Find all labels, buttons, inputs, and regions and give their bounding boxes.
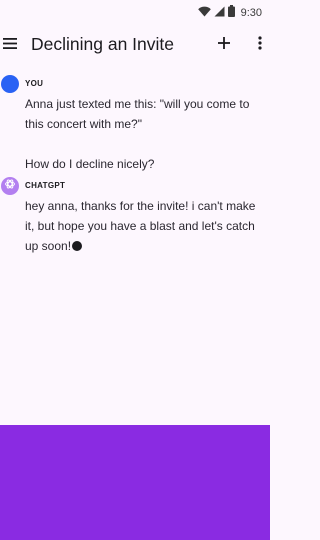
user-avatar	[1, 75, 19, 93]
sender-label: YOU	[25, 79, 44, 88]
plus-icon	[218, 36, 230, 54]
bottom-panel	[0, 425, 270, 540]
more-vert-icon	[258, 35, 262, 55]
status-time: 9:30	[240, 7, 262, 19]
message-text: Anna just texted me this: "will you come…	[25, 94, 263, 174]
message-paragraph-text: hey anna, thanks for the invite! i can't…	[25, 199, 256, 253]
message-paragraph: Anna just texted me this: "will you come…	[25, 97, 250, 131]
status-icons: 9:30	[197, 4, 262, 22]
cellular-signal-icon	[214, 4, 225, 22]
chatgpt-logo-icon	[4, 177, 16, 195]
wifi-icon	[197, 4, 211, 22]
menu-button[interactable]	[3, 33, 17, 57]
status-bar: 9:30	[0, 0, 270, 24]
message-paragraph: How do I decline nicely?	[25, 157, 155, 171]
message-paragraph: hey anna, thanks for the invite! i can't…	[25, 196, 263, 256]
new-chat-button[interactable]	[214, 33, 234, 57]
battery-icon	[227, 4, 235, 22]
typing-cursor	[72, 241, 83, 251]
chatgpt-avatar	[1, 177, 19, 195]
message-text: hey anna, thanks for the invite! i can't…	[25, 196, 263, 256]
sender-label: CHATGPT	[25, 181, 66, 190]
app-bar: Declining an Invite	[0, 24, 270, 66]
page-title: Declining an Invite	[31, 34, 174, 54]
more-options-button[interactable]	[252, 33, 268, 57]
menu-icon	[3, 36, 17, 54]
